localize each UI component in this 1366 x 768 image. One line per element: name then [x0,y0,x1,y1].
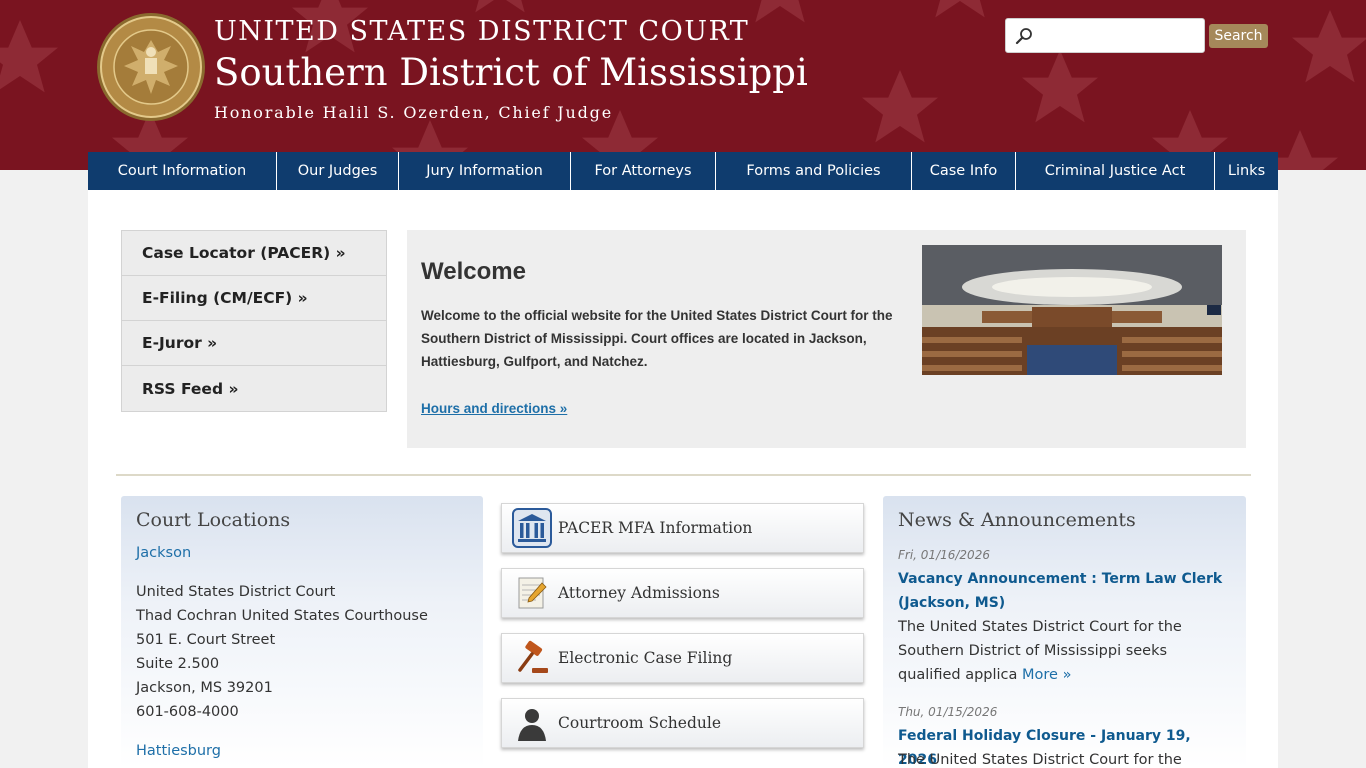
address-line: Jackson, MS 39201 [136,680,273,696]
quick-links-menu: Case Locator (PACER) » E-Filing (CM/ECF)… [121,230,387,412]
courtroom-photo [922,245,1222,375]
nav-criminal-justice-act[interactable]: Criminal Justice Act [1016,152,1215,190]
courthouse-icon [512,508,552,548]
address-line: 501 E. Court Street [136,632,276,648]
welcome-panel: Welcome Welcome to the official website … [407,230,1246,448]
news-panel: News & Announcements Fri, 01/16/2026 Vac… [883,496,1246,768]
section-divider [116,474,1251,476]
quick-link-e-juror[interactable]: E-Juror » [122,321,386,366]
courtroom-schedule-label: Courtroom Schedule [558,714,721,732]
notepad-pencil-icon [512,573,552,613]
electronic-case-filing-label: Electronic Case Filing [558,649,733,667]
nav-our-judges[interactable]: Our Judges [277,152,399,190]
news-item-body: The United States District Court for the… [898,615,1233,687]
address-line: Thad Cochran United States Courthouse [136,608,428,624]
news-item-body: The United States District Court for the [898,752,1182,768]
welcome-title: Welcome [421,258,526,285]
pacer-mfa-button[interactable]: PACER MFA Information [501,503,864,553]
news-more-link[interactable]: More » [1022,667,1071,683]
address-line: Suite 2.500 [136,656,220,672]
news-date: Thu, 01/15/2026 [898,705,998,719]
electronic-case-filing-button[interactable]: Electronic Case Filing [501,633,864,683]
courtroom-schedule-button[interactable]: Courtroom Schedule [501,698,864,748]
jackson-link[interactable]: Jackson [136,545,191,561]
gavel-icon [512,638,552,678]
search-box [1005,18,1205,53]
quick-link-case-locator[interactable]: Case Locator (PACER) » [122,231,386,276]
welcome-text: Welcome to the official website for the … [421,308,893,369]
hattiesburg-link[interactable]: Hattiesburg [136,743,221,759]
address-line: United States District Court [136,584,336,600]
nav-for-attorneys[interactable]: For Attorneys [571,152,716,190]
nav-links[interactable]: Links [1215,152,1278,190]
main-nav: Court Information Our Judges Jury Inform… [88,152,1278,190]
nav-jury-information[interactable]: Jury Information [399,152,571,190]
hours-directions-link[interactable]: Hours and directions » [421,401,567,416]
quick-link-rss-feed[interactable]: RSS Feed » [122,366,386,411]
person-silhouette-icon [512,703,552,743]
court-locations-panel: Court Locations Jackson United States Di… [121,496,483,768]
court-name: UNITED STATES DISTRICT COURT [214,16,750,47]
court-locations-title: Court Locations [136,509,291,531]
district-name[interactable]: Southern District of Mississippi [214,51,808,94]
court-seal-logo [97,13,205,121]
pacer-mfa-label: PACER MFA Information [558,519,753,537]
search-icon [1015,28,1032,45]
attorney-admissions-label: Attorney Admissions [558,584,720,602]
nav-court-information[interactable]: Court Information [88,152,277,190]
chief-judge: Honorable Halil S. Ozerden, Chief Judge [214,103,613,122]
quick-link-e-filing[interactable]: E-Filing (CM/ECF) » [122,276,386,321]
news-item-title[interactable]: Vacancy Announcement : Term Law Clerk (J… [898,567,1228,615]
nav-case-info[interactable]: Case Info [912,152,1016,190]
search-input[interactable] [1040,25,1198,47]
attorney-admissions-button[interactable]: Attorney Admissions [501,568,864,618]
news-date: Fri, 01/16/2026 [898,548,990,562]
news-title: News & Announcements [898,509,1136,531]
search-button[interactable]: Search [1209,24,1268,48]
site-header: UNITED STATES DISTRICT COURT Southern Di… [0,0,1366,170]
phone-number: 601-608-4000 [136,704,239,720]
nav-forms-and-policies[interactable]: Forms and Policies [716,152,912,190]
